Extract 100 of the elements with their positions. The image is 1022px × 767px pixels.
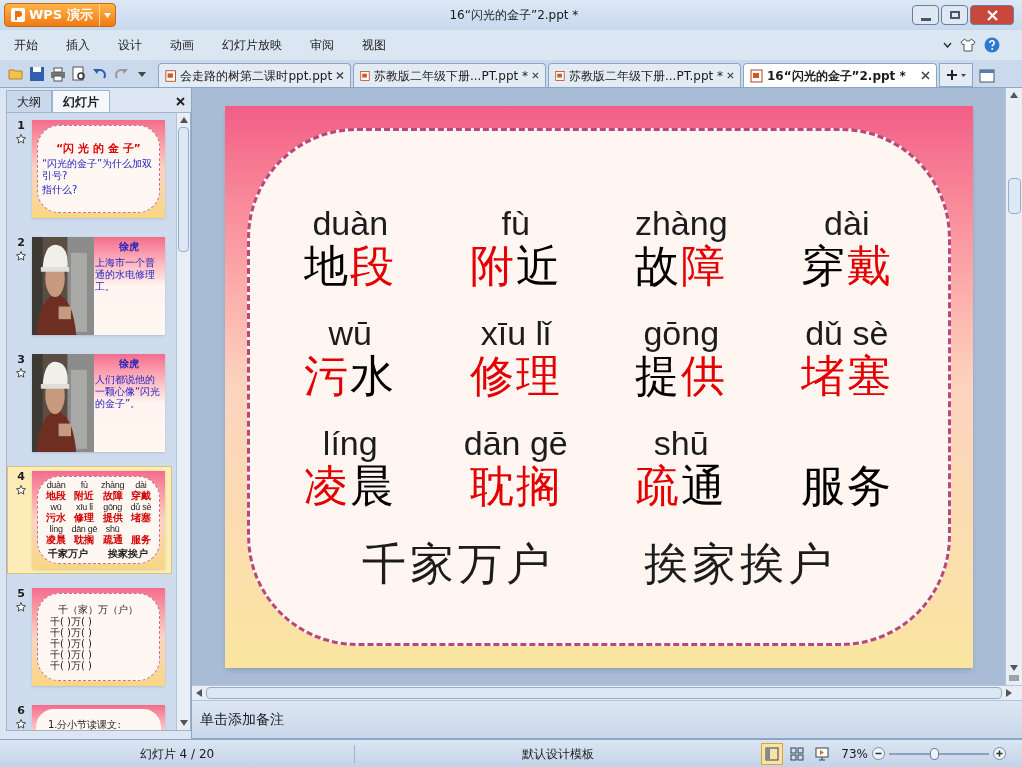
presentation-file-icon (750, 68, 763, 83)
printer-icon[interactable] (50, 66, 66, 82)
help-icon[interactable] (984, 37, 1000, 53)
minimize-button[interactable] (912, 5, 939, 25)
zoom-slider[interactable] (889, 747, 989, 760)
thumbnail-text: 1.分小节读课文: (47, 719, 122, 730)
thumbnail-text: 穿戴 (130, 490, 151, 502)
zoom-in-icon[interactable] (993, 747, 1006, 760)
menu-item[interactable]: 审阅 (310, 36, 334, 54)
presentation-file-icon (555, 68, 565, 83)
slide-thumbnail[interactable]: 1.分小节读课文: (31, 705, 165, 730)
star-icon (15, 485, 26, 495)
idiom: 挨家挨户 (643, 538, 836, 589)
logo-icon (11, 8, 25, 22)
thumbnail-text: 附近 (74, 490, 95, 502)
print-preview-icon[interactable] (71, 66, 87, 82)
notes-field[interactable]: 单击添加备注 (192, 701, 1022, 739)
slide-thumbnail[interactable]: “闪 光 的 金 子” “闪光的金子”为什么加双引号? 指什么? (31, 120, 165, 218)
thumbnail-text: 千( )万( ) (48, 626, 92, 638)
window-list-icon[interactable] (979, 69, 995, 83)
scroll-up-icon[interactable] (179, 117, 188, 123)
thumbnail-pinyin: wū (50, 502, 62, 512)
close-button[interactable] (970, 5, 1014, 25)
thumbnail-text: “闪光的金子”为什么加双引号? (41, 157, 154, 182)
menu-item[interactable]: 动画 (170, 36, 194, 54)
thumbnail-pinyin: líng (49, 524, 63, 534)
thumbnail-text: 修理 (74, 512, 95, 524)
menu-item[interactable]: 设计 (118, 36, 142, 54)
slide-number: 5 (17, 588, 25, 600)
document-tab[interactable]: 苏教版二年级下册...PT.ppt * (548, 63, 741, 87)
maximize-button[interactable] (941, 5, 968, 25)
thumbnail-text: 指什么? (41, 183, 78, 196)
presentation-file-icon (165, 68, 177, 83)
vertical-scrollbar[interactable] (1005, 88, 1022, 685)
chevron-down-icon[interactable] (943, 42, 952, 48)
close-icon (921, 71, 930, 80)
close-icon (336, 71, 344, 80)
scroll-left-icon[interactable] (196, 689, 202, 697)
plus-icon (946, 70, 957, 80)
menu-item[interactable]: 视图 (362, 36, 386, 54)
slide-number: 6 (17, 705, 25, 717)
star-icon (15, 602, 26, 612)
scroll-thumb[interactable] (206, 687, 1002, 699)
thumbnail-pinyin: duàn (46, 480, 66, 490)
scroll-down-icon[interactable] (1010, 665, 1018, 671)
scroll-right-icon[interactable] (1006, 689, 1012, 697)
thumbnail-text: 疏通 (102, 534, 123, 546)
split-handle-icon[interactable] (1009, 675, 1019, 681)
slide-thumbnail[interactable]: 千（家）万（户） 千( )万( ) 千( )万( ) 千( )万( ) 千( )万( ) 千( )万( ) (31, 588, 165, 686)
thumbnail-pinyin: dǔ sè (130, 502, 152, 512)
menu-item[interactable]: 插入 (66, 36, 90, 54)
document-tab[interactable]: 会走路的树第二课时ppt.ppt (158, 63, 351, 87)
shirt-icon[interactable] (960, 38, 976, 52)
pinyin: duàn (312, 204, 389, 241)
scroll-thumb[interactable] (178, 127, 189, 252)
word: 附近 (469, 240, 562, 291)
thumbnail-text: 千家万户 (48, 548, 89, 560)
thumbnail-pinyin: fù (80, 480, 88, 490)
save-icon[interactable] (29, 66, 45, 82)
thumbnail-text: 挨家挨户 (108, 548, 149, 560)
slide-number: 3 (17, 354, 25, 366)
thumbnail-pinyin: dān gē (71, 524, 98, 534)
star-icon (15, 368, 26, 378)
presentation-file-icon (360, 68, 370, 83)
pinyin: líng (322, 424, 378, 461)
document-tab[interactable]: 苏教版二年级下册...PT.ppt * (353, 63, 546, 87)
thumbnail-text: 地段 (46, 490, 67, 502)
new-tab-button[interactable] (939, 63, 973, 87)
menu-item[interactable]: 幻灯片放映 (222, 36, 282, 54)
thumbnail-text: 凌晨 (46, 534, 67, 546)
slide-counter: 幻灯片 4 / 20 (139, 745, 215, 763)
thumbnail-title: 徐虎 (119, 358, 140, 370)
close-icon (986, 9, 998, 21)
thumbnail-text: 耽搁 (74, 534, 95, 546)
vertical-scrollbar[interactable] (176, 113, 190, 730)
zoom-out-icon[interactable] (872, 747, 885, 760)
normal-view-button[interactable] (761, 742, 784, 765)
slide-number: 1 (17, 120, 25, 132)
word: 穿戴 (800, 240, 893, 291)
scroll-up-icon[interactable] (1010, 92, 1018, 98)
thumbnail-pinyin: gōng (103, 502, 122, 512)
scroll-thumb[interactable] (1007, 178, 1021, 214)
slide-thumbnail[interactable]: duàn 地段 fù 附近 zhàng 故障 dài 穿戴 wū 污水 xīu lǐ 修理 gōng 提供 dǔ sè 堵塞 líng 凌晨 dān gē 耽搁 shū 疏通 服务 千家万户 挨家挨户 (31, 471, 165, 569)
slide-number: 4 (17, 471, 25, 483)
document-tab[interactable]: 16“闪光的金子”2.ppt * (743, 63, 937, 87)
thumbnail-pinyin: xīu lǐ (75, 502, 93, 512)
scroll-down-icon[interactable] (179, 720, 188, 726)
horizontal-scrollbar[interactable] (192, 685, 1022, 701)
star-icon (15, 134, 26, 144)
thumbnail-text: 千( )万( ) (48, 648, 92, 660)
thumbnail-pinyin: shū (105, 524, 120, 534)
panel-tab[interactable]: 大纲 (6, 90, 52, 112)
thumbnail-text: 污水 (46, 512, 67, 524)
idiom: 千家万户 (361, 538, 554, 589)
menu-item[interactable]: 开始 (14, 36, 38, 54)
word: 堵塞 (800, 350, 893, 401)
thumbnail-text: 故障 (102, 490, 123, 502)
close-icon[interactable] (176, 97, 185, 106)
panel-tab[interactable]: 幻灯片 (52, 90, 110, 112)
thumbnail-title: 徐虎 (119, 241, 140, 253)
